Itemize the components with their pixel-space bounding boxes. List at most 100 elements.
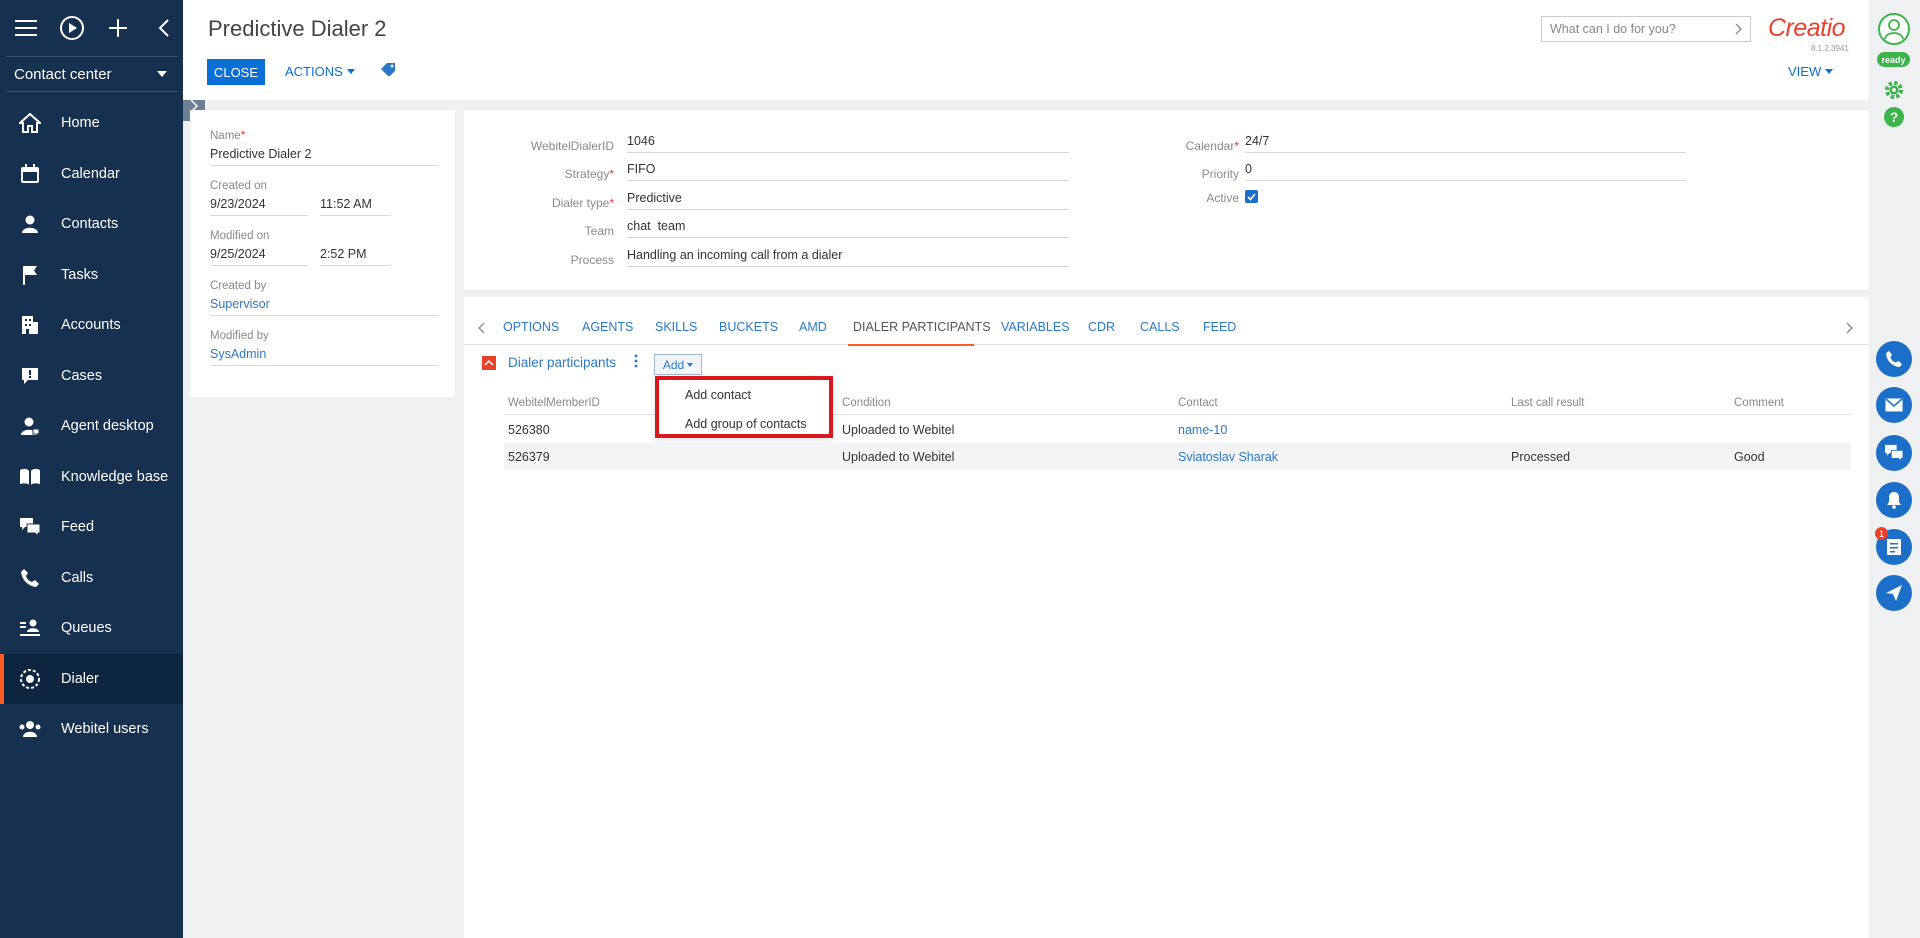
sidebar-item-label: Contacts	[61, 216, 119, 233]
tab-options[interactable]: OPTIONS	[503, 320, 559, 334]
workspace-label: Contact center	[14, 65, 112, 83]
workspace-selector[interactable]: Contact center	[6, 56, 177, 92]
sidebar-item-webitel-users[interactable]: Webitel users	[0, 704, 183, 755]
name-label: Name*	[210, 130, 439, 142]
created-by-link[interactable]: Supervisor	[210, 292, 439, 316]
phone-icon	[18, 566, 42, 590]
process-value: Handling an incoming call from a dialer	[627, 248, 1069, 267]
search-placeholder: What can I do for you?	[1550, 22, 1676, 36]
dialer-type-label-text: Dialer type	[551, 196, 610, 210]
tab-amd[interactable]: AMD	[799, 320, 827, 334]
email-panel-button[interactable]	[1876, 387, 1912, 423]
sidebar-item-calendar[interactable]: Calendar	[0, 149, 183, 200]
help-icon[interactable]: ?	[1883, 106, 1905, 133]
modified-by-link[interactable]: SysAdmin	[210, 342, 439, 366]
tab-agents[interactable]: AGENTS	[582, 320, 633, 334]
created-on-label: Created on	[210, 180, 267, 192]
column-header-last-call-result[interactable]: Last call result	[1511, 397, 1585, 409]
modified-by-field: Modified by SysAdmin	[210, 330, 439, 366]
sidebar-item-knowledge-base[interactable]: Knowledge base	[0, 452, 183, 503]
close-button[interactable]: CLOSE	[207, 59, 265, 85]
sidebar-item-queues[interactable]: Queues	[0, 603, 183, 654]
section-collapse-toggle[interactable]	[482, 356, 496, 370]
chevron-right-icon	[1735, 23, 1742, 35]
view-button[interactable]: VIEW	[1788, 64, 1834, 79]
sidebar-item-contacts[interactable]: Contacts	[0, 199, 183, 250]
add-button[interactable]: Add	[654, 354, 702, 375]
dialer-id-row[interactable]: WebitelDialerID 1046	[474, 134, 1069, 153]
command-search-input[interactable]: What can I do for you?	[1541, 16, 1751, 42]
sidebar-item-agent-desktop[interactable]: Agent desktop	[0, 401, 183, 452]
menu-item-add-group-of-contacts[interactable]: Add group of contacts	[685, 417, 807, 431]
book-icon	[18, 465, 42, 489]
calendar-label-text: Calendar	[1185, 139, 1235, 153]
sidebar-item-cases[interactable]: Cases	[0, 351, 183, 402]
priority-value: 0	[1245, 162, 1686, 181]
team-row[interactable]: Team chat team	[474, 219, 1069, 238]
gear-icon[interactable]	[1883, 79, 1905, 106]
priority-row[interactable]: Priority 0	[1114, 162, 1686, 181]
sidebar-item-dialer[interactable]: Dialer	[0, 653, 183, 704]
strategy-row[interactable]: Strategy* FIFO	[474, 162, 1069, 181]
process-row[interactable]: Process Handling an incoming call from a…	[474, 248, 1069, 267]
menu-icon[interactable]	[12, 14, 40, 42]
calendar-row[interactable]: Calendar* 24/7	[1114, 134, 1686, 153]
status-badge[interactable]: ready	[1877, 52, 1910, 67]
menu-item-add-contact[interactable]: Add contact	[685, 388, 751, 402]
dialer-type-value: Predictive	[627, 191, 1069, 210]
team-value: chat team	[627, 219, 1069, 238]
tab-calls[interactable]: CALLS	[1140, 320, 1180, 334]
cell-last-call-result: Processed	[1511, 450, 1571, 464]
add-icon[interactable]	[104, 14, 132, 42]
tabs-scroll-right-icon[interactable]	[1846, 321, 1853, 339]
active-label: Active	[1206, 191, 1239, 205]
priority-label: Priority	[1201, 167, 1239, 181]
sidebar-item-tasks[interactable]: Tasks	[0, 250, 183, 301]
tabs-scroll-left-icon[interactable]	[478, 321, 485, 339]
sidebar-item-label: Agent desktop	[61, 418, 154, 435]
feed-icon	[18, 515, 42, 539]
collapse-sidebar-icon[interactable]	[150, 14, 178, 42]
tab-buckets[interactable]: BUCKETS	[719, 320, 778, 334]
kebab-menu-icon[interactable]	[634, 354, 638, 373]
dialer-icon	[18, 667, 42, 691]
dialer-fields-panel: WebitelDialerID 1046 Strategy* FIFO Dial…	[464, 110, 1869, 290]
modified-date: 9/25/2024	[210, 242, 308, 266]
modified-on-field: Modified on 9/25/2024 2:52 PM	[210, 230, 439, 266]
sidebar-item-feed[interactable]: Feed	[0, 502, 183, 553]
tab-cdr[interactable]: CDR	[1088, 320, 1115, 334]
dialer-type-row[interactable]: Dialer type* Predictive	[474, 191, 1069, 210]
notifications-panel-button[interactable]	[1876, 482, 1912, 518]
sidebar-item-calls[interactable]: Calls	[0, 553, 183, 604]
column-header-member-id[interactable]: WebitelMemberID	[508, 397, 600, 409]
sidebar-item-label: Feed	[61, 519, 95, 536]
chat-panel-button[interactable]	[1876, 435, 1912, 471]
sidebar-item-accounts[interactable]: Accounts	[0, 300, 183, 351]
tab-skills[interactable]: SKILLS	[655, 320, 697, 334]
sidebar-item-label: Calls	[61, 569, 94, 586]
chat-icon	[1885, 444, 1904, 462]
actions-button[interactable]: ACTIONS	[285, 64, 355, 79]
name-field[interactable]: Name* Predictive Dialer 2	[210, 130, 439, 166]
table-row[interactable]: 526379 Uploaded to Webitel Sviatoslav Sh…	[504, 443, 1851, 470]
user-avatar-icon[interactable]	[1877, 12, 1911, 51]
process-play-icon[interactable]	[58, 14, 86, 42]
section-title[interactable]: Dialer participants	[508, 355, 616, 370]
column-header-condition[interactable]: Condition	[842, 397, 891, 409]
strategy-label-text: Strategy	[564, 167, 610, 181]
send-panel-button[interactable]	[1876, 575, 1912, 611]
call-panel-button[interactable]	[1876, 341, 1912, 377]
cell-contact-link[interactable]: Sviatoslav Sharak	[1178, 450, 1278, 464]
column-header-comment[interactable]: Comment	[1734, 397, 1784, 409]
tab-feed[interactable]: FEED	[1203, 320, 1236, 334]
strategy-value: FIFO	[627, 162, 1069, 181]
tag-icon[interactable]	[380, 62, 396, 81]
cell-contact-link[interactable]: name-10	[1178, 423, 1227, 437]
sidebar-item-home[interactable]: Home	[0, 98, 183, 149]
tab-variables[interactable]: VARIABLES	[1001, 320, 1070, 334]
column-header-contact[interactable]: Contact	[1178, 397, 1218, 409]
tab-dialer-participants[interactable]: DIALER PARTICIPANTS	[853, 320, 991, 334]
sidebar-nav: Home Calendar Contacts Tasks Accounts Ca…	[0, 98, 183, 755]
active-checkbox[interactable]	[1245, 190, 1258, 203]
process-label: Process	[570, 253, 614, 267]
